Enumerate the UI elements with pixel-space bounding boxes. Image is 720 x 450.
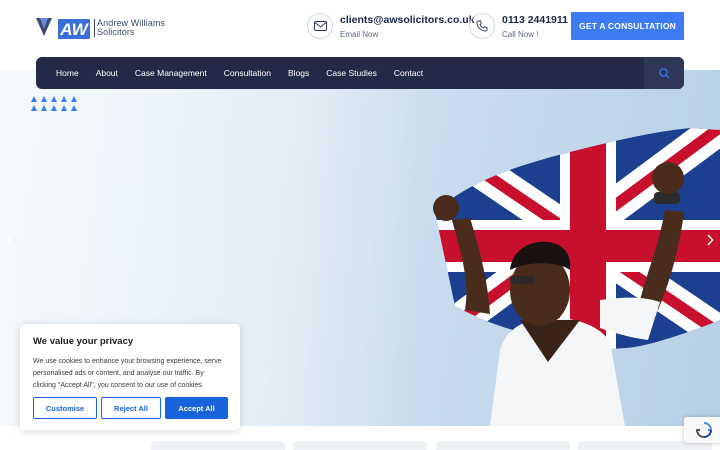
triangle-pattern-decoration: [31, 96, 77, 111]
logo-name-line2: Solicitors: [94, 28, 165, 37]
cookie-title: We value your privacy: [33, 336, 134, 347]
nav-item-about[interactable]: About: [96, 68, 118, 78]
nav-item-home[interactable]: Home: [56, 68, 79, 78]
service-card[interactable]: [151, 441, 285, 450]
site-logo[interactable]: AW Andrew Williams Solicitors: [34, 14, 165, 42]
reject-all-button[interactable]: Reject All: [101, 397, 161, 419]
nav-item-blogs[interactable]: Blogs: [288, 68, 309, 78]
nav-item-consultation[interactable]: Consultation: [224, 68, 271, 78]
phone-label: Call Now !: [502, 29, 539, 39]
email-contact[interactable]: clients@awsolicitors.co.uk Email Now: [307, 13, 475, 39]
nav-search-button[interactable]: [644, 57, 684, 89]
phone-contact[interactable]: 0113 2441911 Call Now !: [469, 13, 568, 39]
recaptcha-icon: [696, 422, 712, 438]
nav-item-case-studies[interactable]: Case Studies: [326, 68, 377, 78]
svg-text:AW: AW: [59, 20, 89, 39]
recaptcha-badge[interactable]: [684, 417, 720, 443]
accept-all-button[interactable]: Accept All: [165, 397, 228, 419]
get-consultation-button[interactable]: GET A CONSULTATION: [571, 12, 684, 40]
slider-prev-button[interactable]: [6, 233, 14, 249]
phone-number[interactable]: 0113 2441911: [502, 14, 568, 26]
cookie-description: We use cookies to enhance your browsing …: [33, 358, 222, 389]
nav-item-contact[interactable]: Contact: [394, 68, 423, 78]
customise-button[interactable]: Customise: [33, 397, 97, 419]
service-card[interactable]: [436, 441, 570, 450]
cookie-consent-banner: We value your privacy We use cookies to …: [20, 324, 240, 430]
chevron-right-icon: [707, 234, 714, 246]
phone-icon: [469, 13, 495, 39]
chevron-left-icon: [6, 234, 13, 246]
aw-logo-mark: AW: [36, 18, 90, 39]
main-navigation: Home About Case Management Consultation …: [36, 57, 684, 89]
search-icon: [658, 67, 670, 79]
envelope-icon: [307, 13, 333, 39]
slider-next-button[interactable]: [706, 233, 714, 249]
email-label: Email Now: [340, 29, 379, 39]
email-address[interactable]: clients@awsolicitors.co.uk: [340, 14, 475, 26]
service-card[interactable]: [293, 441, 427, 450]
nav-item-case-management[interactable]: Case Management: [135, 68, 207, 78]
